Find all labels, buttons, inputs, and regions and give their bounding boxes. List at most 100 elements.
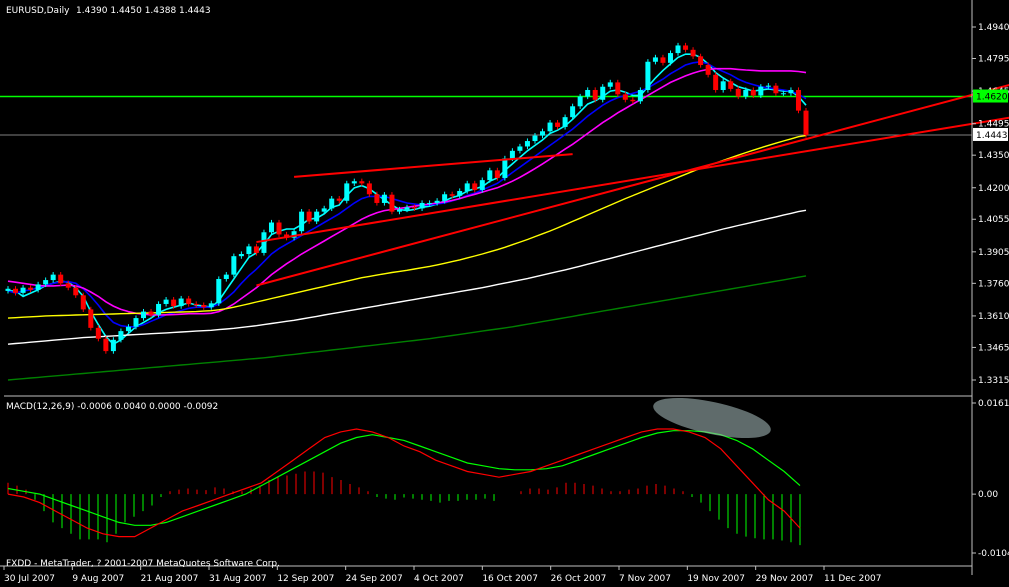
candle-body: [329, 198, 335, 209]
time-tick-label: 26 Oct 2007: [551, 574, 607, 584]
candle-body: [125, 326, 131, 332]
candle-body: [193, 303, 199, 306]
candle-body: [80, 295, 86, 310]
time-tick-label: 11 Dec 2007: [824, 574, 882, 584]
candle-body: [698, 56, 704, 66]
candle-body: [585, 89, 591, 97]
time-tick-label: 9 Aug 2007: [72, 574, 124, 584]
candle-body: [442, 194, 448, 201]
candle-body: [780, 93, 786, 95]
candle-body: [276, 222, 282, 235]
candle-body: [464, 183, 470, 192]
horizontal-level-tag-label: 1.4620: [976, 93, 1008, 103]
candle-body: [268, 222, 274, 233]
candle-body: [765, 85, 771, 87]
price-tick-label: 1.4200: [978, 184, 1009, 194]
ohlc-readout: 1.4390 1.4450 1.4388 1.4443: [76, 6, 211, 16]
time-tick-label: 7 Nov 2007: [619, 574, 671, 584]
chart-background: [0, 0, 1009, 587]
candle-body: [133, 318, 139, 327]
macd-title: MACD(12,26,9) -0.0006 0.0040 0.0000 -0.0…: [6, 402, 218, 412]
current-price-tag-label: 1.4443: [976, 131, 1008, 141]
candle-body: [502, 158, 508, 178]
candle-body: [788, 89, 794, 94]
candle-body: [351, 181, 357, 184]
candle-body: [487, 170, 493, 181]
candle-body: [532, 135, 538, 142]
candle-body: [50, 274, 56, 281]
candle-body: [118, 331, 124, 340]
candle-body: [223, 274, 229, 279]
candle-body: [660, 57, 666, 63]
candle-body: [615, 82, 621, 95]
candle-body: [630, 99, 636, 102]
candle-body: [494, 170, 500, 178]
candle-body: [13, 288, 19, 293]
candle-body: [758, 86, 764, 96]
candle-body: [622, 94, 628, 100]
candle-body: [449, 194, 455, 196]
candle-body: [216, 278, 222, 304]
candle-body: [540, 131, 546, 136]
time-tick-label: 4 Oct 2007: [414, 574, 464, 584]
candle-body: [645, 61, 651, 90]
candle-body: [750, 89, 756, 96]
candle-body: [720, 81, 726, 90]
time-tick-label: 21 Aug 2007: [141, 574, 199, 584]
candle-body: [396, 209, 402, 212]
candle-body: [728, 81, 734, 89]
candle-body: [88, 309, 94, 328]
candle-body: [314, 211, 320, 222]
candle-body: [652, 57, 658, 62]
price-tick-label: 1.3610: [978, 312, 1009, 322]
candle-body: [201, 305, 207, 308]
candle-body: [434, 200, 440, 203]
macd-tick-label: 0.00: [978, 490, 998, 500]
candle-body: [231, 256, 237, 275]
price-tick-label: 1.4350: [978, 151, 1009, 161]
candle-body: [419, 202, 425, 209]
price-tick-label: 1.3315: [978, 376, 1009, 386]
candle-body: [366, 183, 372, 195]
candle-body: [690, 49, 696, 57]
candle-body: [336, 198, 342, 201]
candle-body: [65, 283, 71, 288]
candle-body: [28, 287, 34, 290]
candle-body: [359, 181, 365, 184]
candle-body: [306, 211, 312, 222]
candle-body: [667, 53, 673, 63]
time-tick-label: 12 Sep 2007: [277, 574, 334, 584]
candle-body: [803, 110, 809, 135]
candle-body: [562, 117, 568, 127]
candle-body: [171, 299, 177, 307]
candle-body: [427, 202, 433, 204]
candle-body: [178, 298, 184, 307]
price-tick-label: 1.4795: [978, 54, 1009, 64]
candle-body: [600, 86, 606, 100]
symbol-title: EURUSD,Daily: [6, 6, 70, 16]
price-tick-label: 1.3760: [978, 279, 1009, 289]
candle-body: [344, 183, 350, 201]
candle-body: [675, 45, 681, 54]
candle-body: [148, 311, 154, 315]
candle-body: [374, 194, 380, 203]
candle-body: [592, 89, 598, 100]
time-tick-label: 31 Aug 2007: [209, 574, 267, 584]
candle-body: [517, 146, 523, 151]
candle-body: [743, 89, 749, 97]
metatrader-chart: 1.49401.47951.46451.44951.43501.42001.40…: [0, 0, 1009, 587]
candle-body: [555, 122, 561, 127]
candle-body: [110, 339, 116, 352]
candle-body: [95, 327, 101, 339]
candle-body: [238, 254, 244, 257]
candle-body: [735, 88, 741, 97]
candle-body: [705, 65, 711, 75]
price-tick-label: 1.4940: [978, 23, 1009, 33]
broker-footer: FXDD - MetaTrader, ? 2001-2007 MetaQuote…: [6, 559, 280, 569]
price-tick-label: 1.4055: [978, 215, 1009, 225]
candle-body: [713, 74, 719, 90]
candle-body: [5, 288, 11, 291]
candle-body: [795, 89, 801, 111]
time-tick-label: 30 Jul 2007: [4, 574, 55, 584]
candle-body: [381, 194, 387, 203]
